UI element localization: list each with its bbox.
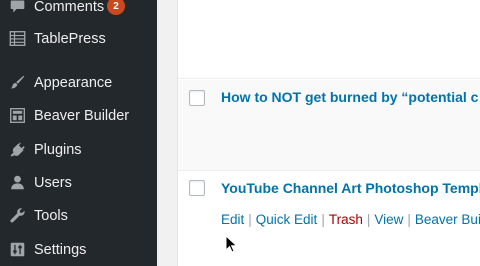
- layout-grid-icon: [8, 107, 26, 125]
- sidebar-item-label: Plugins: [34, 141, 82, 158]
- row-select-checkbox[interactable]: [189, 180, 205, 196]
- beaver-builder-link[interactable]: Beaver Build: [415, 212, 480, 227]
- comment-bubble-icon: [8, 0, 26, 16]
- table-icon: [8, 30, 26, 48]
- sidebar-item-users[interactable]: Users: [0, 166, 157, 199]
- action-separator: |: [366, 212, 371, 227]
- settings-sliders-icon: [8, 241, 26, 259]
- paintbrush-icon: [8, 74, 26, 92]
- posts-table: How to NOT get burned by “potential c Yo…: [177, 0, 480, 266]
- row-actions: Edit|Quick Edit|Trash|View|Beaver Build: [221, 212, 480, 227]
- table-row: How to NOT get burned by “potential c: [178, 80, 480, 171]
- post-title-link[interactable]: How to NOT get burned by “potential c: [221, 89, 478, 105]
- sidebar-item-label: Beaver Builder: [34, 107, 130, 124]
- action-separator: |: [248, 212, 252, 227]
- posts-list-area: How to NOT get burned by “potential c Yo…: [157, 0, 480, 266]
- sidebar-item-comments[interactable]: Comments 2: [0, 0, 157, 23]
- mouse-pointer-icon: [225, 235, 237, 253]
- sidebar-item-label: Appearance: [34, 74, 113, 91]
- sidebar-item-beaver-builder[interactable]: Beaver Builder: [0, 99, 157, 132]
- sidebar-item-label: Comments: [34, 0, 105, 15]
- user-icon: [8, 174, 26, 192]
- quick-edit-link[interactable]: Quick Edit: [256, 212, 318, 227]
- sidebar-item-label: Users: [34, 174, 72, 191]
- action-separator: |: [321, 212, 325, 227]
- table-row: YouTube Channel Art Photoshop Templ Edit…: [178, 171, 480, 266]
- edit-link[interactable]: Edit: [221, 212, 244, 227]
- plugin-plug-icon: [8, 141, 26, 159]
- wrench-icon: [8, 207, 26, 225]
- table-row: [178, 0, 480, 79]
- sidebar-item-label: Settings: [34, 241, 87, 258]
- row-select-checkbox[interactable]: [189, 90, 205, 106]
- trash-link[interactable]: Trash: [329, 212, 363, 227]
- sidebar-item-tools[interactable]: Tools: [0, 199, 157, 232]
- post-title-link[interactable]: YouTube Channel Art Photoshop Templ: [221, 180, 480, 196]
- sidebar-item-label: TablePress: [34, 30, 106, 47]
- sidebar-item-label: Tools: [34, 207, 68, 224]
- comments-count-badge: 2: [107, 0, 125, 15]
- sidebar-item-tablepress[interactable]: TablePress: [0, 22, 157, 55]
- action-separator: |: [407, 212, 411, 227]
- sidebar-item-plugins[interactable]: Plugins: [0, 133, 157, 166]
- admin-sidebar: Comments 2 TablePress Appearance Beaver …: [0, 0, 157, 266]
- view-link[interactable]: View: [374, 212, 403, 227]
- sidebar-item-appearance[interactable]: Appearance: [0, 66, 157, 99]
- sidebar-item-settings[interactable]: Settings: [0, 233, 157, 266]
